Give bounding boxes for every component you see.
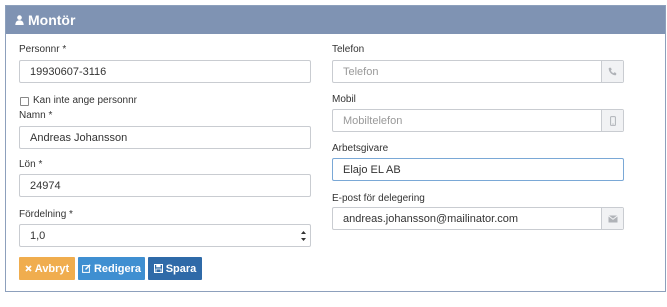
personnr-input[interactable]: 19930607-3116 (19, 60, 311, 83)
mobile-addon (601, 110, 623, 131)
lon-input[interactable]: 24974 (19, 174, 311, 197)
fordelning-label: Fördelning * (19, 209, 73, 220)
edit-icon (82, 264, 91, 273)
no-personnr-checkbox[interactable] (20, 97, 29, 106)
phone-addon (601, 61, 623, 82)
lon-label: Lön * (19, 159, 43, 170)
select-arrows-icon (300, 229, 307, 243)
lon-value: 24974 (30, 179, 61, 192)
epost-value: andreas.johansson@mailinator.com (343, 212, 519, 225)
fordelning-value: 1,0 (30, 229, 46, 242)
fordelning-select[interactable]: 1,0 (19, 224, 311, 247)
mobil-placeholder: Mobiltelefon (343, 114, 403, 127)
arbetsgivare-input[interactable]: Elajo EL AB (332, 158, 624, 181)
close-icon (25, 265, 32, 272)
phone-icon (608, 67, 617, 76)
mobil-input[interactable]: Mobiltelefon (332, 109, 624, 132)
telefon-placeholder: Telefon (343, 65, 379, 78)
personnr-label: Personnr * (19, 44, 67, 55)
save-button[interactable]: Spara (148, 257, 202, 280)
panel-header: Montör (6, 6, 665, 34)
edit-button-label: Redigera (93, 262, 142, 275)
namn-value: Andreas Johansson (30, 131, 128, 144)
user-icon (15, 15, 24, 25)
personnr-value: 19930607-3116 (30, 65, 107, 78)
arbetsgivare-value: Elajo EL AB (343, 163, 401, 176)
mobile-phone-icon (609, 115, 616, 126)
envelope-icon (607, 214, 618, 222)
epost-input[interactable]: andreas.johansson@mailinator.com (332, 207, 624, 230)
no-personnr-label: Kan inte ange personnr (33, 95, 137, 106)
save-button-label: Spara (165, 262, 197, 275)
cancel-button-label: Avbryt (34, 262, 70, 275)
namn-label: Namn * (19, 110, 53, 121)
namn-input[interactable]: Andreas Johansson (19, 126, 311, 149)
mobil-label: Mobil (332, 94, 356, 105)
panel-title: Montör (28, 12, 76, 28)
email-addon (601, 208, 623, 229)
telefon-label: Telefon (332, 44, 365, 55)
telefon-input[interactable]: Telefon (332, 60, 624, 83)
save-icon (153, 264, 163, 273)
arbetsgivare-label: Arbetsgivare (332, 143, 389, 154)
epost-label: E-post för delegering (332, 193, 425, 204)
edit-button[interactable]: Redigera (78, 257, 145, 280)
cancel-button[interactable]: Avbryt (19, 257, 75, 280)
